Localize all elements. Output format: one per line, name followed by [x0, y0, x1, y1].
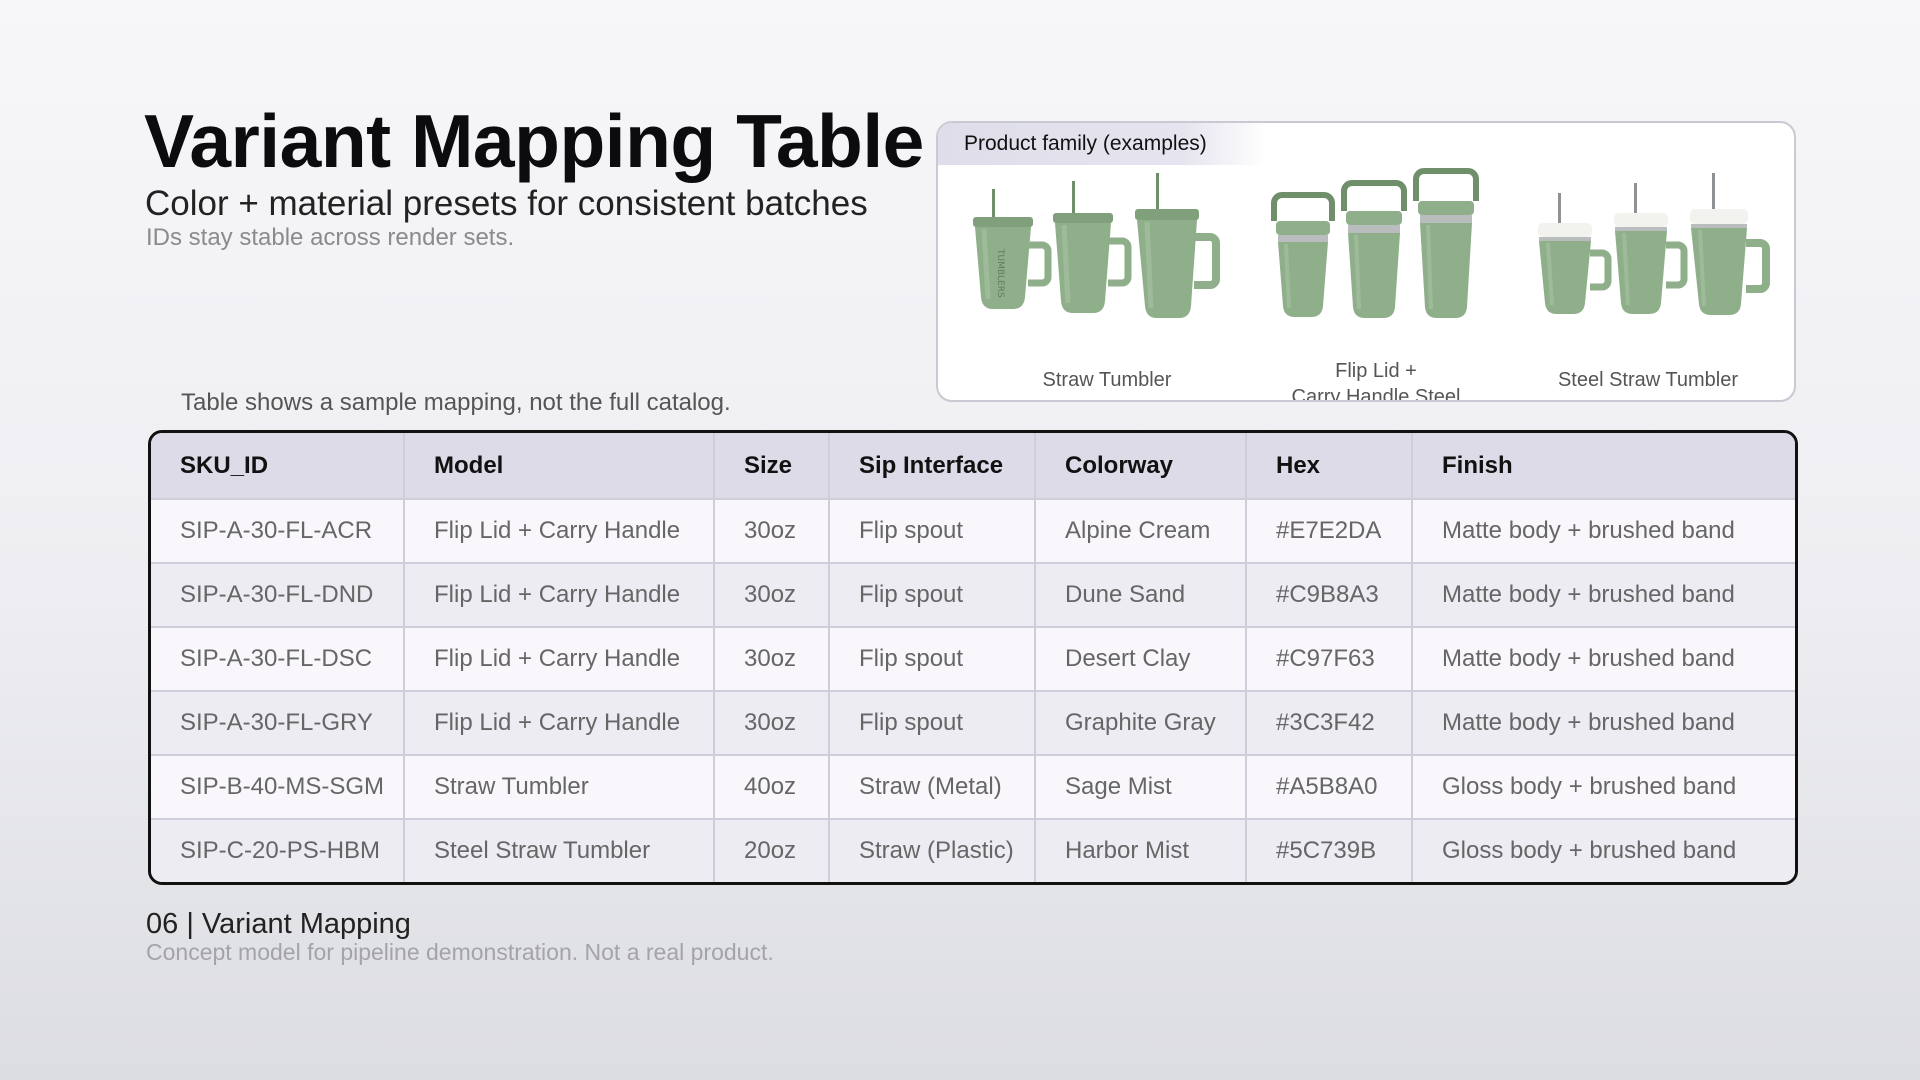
tumbler-print: TUMBLERS: [995, 248, 1005, 298]
steel-straw-tumbler-image: [1538, 173, 1770, 315]
product-family-label: Product family (examples): [938, 123, 1267, 165]
flip-lid-caption-line2: Carry Handle Steel: [1291, 386, 1461, 402]
table-row: SIP-C-20-PS-HBM Steel Straw Tumbler 20oz…: [151, 819, 1795, 882]
page-title: Variant Mapping Table: [144, 99, 924, 183]
cell-finish: Matte body + brushed band: [1412, 691, 1795, 756]
cell-sip-interface: Flip spout: [829, 627, 1036, 692]
product-group-steel-straw-tumbler: Steel Straw Tumbler: [1516, 167, 1780, 400]
cell-colorway: Harbor Mist: [1035, 819, 1247, 882]
cell-model: Flip Lid + Carry Handle: [404, 627, 715, 692]
straw-tumbler-caption: Straw Tumbler: [1042, 369, 1172, 391]
cell-sip-interface: Straw (Plastic): [829, 819, 1036, 882]
cell-size: 40oz: [714, 755, 830, 820]
table-row: SIP-A-30-FL-DSC Flip Lid + Carry Handle …: [151, 627, 1795, 692]
flip-lid-caption: Flip Lid + Carry Handle Steel: [1260, 358, 1492, 402]
product-group-straw-tumbler: TUMBLERS Straw Tumbler: [972, 167, 1242, 400]
flip-lid-caption-line1: Flip Lid +: [1335, 360, 1417, 382]
steel-straw-large: [1690, 173, 1770, 315]
cell-sku-id: SIP-A-30-FL-DND: [151, 563, 405, 628]
cell-sip-interface: Flip spout: [829, 499, 1036, 564]
straw-tumbler-small: TUMBLERS: [973, 189, 1052, 309]
table-caption: Table shows a sample mapping, not the fu…: [181, 389, 731, 416]
column-header-finish: Finish: [1412, 433, 1795, 500]
cell-sip-interface: Flip spout: [829, 563, 1036, 628]
column-header-colorway: Colorway: [1035, 433, 1247, 500]
cell-colorway: Desert Clay: [1035, 627, 1247, 692]
cell-size: 30oz: [714, 563, 830, 628]
page-note: IDs stay stable across render sets.: [146, 224, 515, 251]
variant-mapping-table: SKU_ID Model Size Sip Interface Colorway…: [151, 433, 1795, 882]
flip-lid-small: [1271, 192, 1335, 317]
cell-colorway: Dune Sand: [1035, 563, 1247, 628]
cell-sku-id: SIP-A-30-FL-DSC: [151, 627, 405, 692]
cell-finish: Gloss body + brushed band: [1412, 819, 1795, 882]
cell-finish: Matte body + brushed band: [1412, 499, 1795, 564]
cell-colorway: Graphite Gray: [1035, 691, 1247, 756]
cell-size: 30oz: [714, 499, 830, 564]
cell-hex: #5C739B: [1246, 819, 1413, 882]
cell-hex: #C9B8A3: [1246, 563, 1413, 628]
cell-model: Steel Straw Tumbler: [404, 819, 715, 882]
cell-model: Flip Lid + Carry Handle: [404, 691, 715, 756]
footer-title: 06 | Variant Mapping: [146, 908, 411, 940]
cell-model: Straw Tumbler: [404, 755, 715, 820]
column-header-hex: Hex: [1246, 433, 1413, 500]
table-row: SIP-A-30-FL-ACR Flip Lid + Carry Handle …: [151, 499, 1795, 564]
column-header-model: Model: [404, 433, 715, 500]
cell-colorway: Alpine Cream: [1035, 499, 1247, 564]
footer-note: Concept model for pipeline demonstration…: [146, 939, 774, 965]
page-subtitle: Color + material presets for consistent …: [145, 184, 868, 223]
cell-model: Flip Lid + Carry Handle: [404, 563, 715, 628]
cell-model: Flip Lid + Carry Handle: [404, 499, 715, 564]
cell-finish: Matte body + brushed band: [1412, 627, 1795, 692]
straw-tumbler-image: TUMBLERS: [973, 173, 1220, 318]
cell-sku-id: SIP-B-40-MS-SGM: [151, 755, 405, 820]
column-header-size: Size: [714, 433, 830, 500]
flip-lid-medium: [1341, 180, 1407, 318]
cell-hex: #E7E2DA: [1246, 499, 1413, 564]
cell-hex: #C97F63: [1246, 627, 1413, 692]
flip-lid-image: [1271, 168, 1479, 318]
cell-size: 20oz: [714, 819, 830, 882]
cell-colorway: Sage Mist: [1035, 755, 1247, 820]
table-row: SIP-A-30-FL-GRY Flip Lid + Carry Handle …: [151, 691, 1795, 756]
variant-table-container: SKU_ID Model Size Sip Interface Colorway…: [148, 430, 1798, 885]
cell-hex: #3C3F42: [1246, 691, 1413, 756]
straw-tumbler-large: [1135, 173, 1220, 318]
steel-straw-small: [1538, 193, 1612, 314]
product-group-flip-lid: Flip Lid + Carry Handle Steel: [1260, 167, 1492, 402]
cell-finish: Matte body + brushed band: [1412, 563, 1795, 628]
column-header-sku-id: SKU_ID: [151, 433, 405, 500]
cell-sku-id: SIP-C-20-PS-HBM: [151, 819, 405, 882]
column-header-sip-interface: Sip Interface: [829, 433, 1036, 500]
steel-straw-tumbler-caption: Steel Straw Tumbler: [1557, 369, 1739, 391]
cell-sku-id: SIP-A-30-FL-GRY: [151, 691, 405, 756]
cell-finish: Gloss body + brushed band: [1412, 755, 1795, 820]
flip-lid-large: [1413, 168, 1479, 318]
straw-tumbler-medium: [1053, 181, 1132, 313]
cell-hex: #A5B8A0: [1246, 755, 1413, 820]
product-family-card: Product family (examples) TUMBLERS Straw…: [936, 121, 1796, 402]
cell-sku-id: SIP-A-30-FL-ACR: [151, 499, 405, 564]
cell-size: 30oz: [714, 627, 830, 692]
cell-sip-interface: Straw (Metal): [829, 755, 1036, 820]
table-header-row: SKU_ID Model Size Sip Interface Colorway…: [151, 433, 1795, 500]
table-row: SIP-B-40-MS-SGM Straw Tumbler 40oz Straw…: [151, 755, 1795, 820]
cell-size: 30oz: [714, 691, 830, 756]
cell-sip-interface: Flip spout: [829, 691, 1036, 756]
table-row: SIP-A-30-FL-DND Flip Lid + Carry Handle …: [151, 563, 1795, 628]
steel-straw-medium: [1614, 183, 1688, 314]
